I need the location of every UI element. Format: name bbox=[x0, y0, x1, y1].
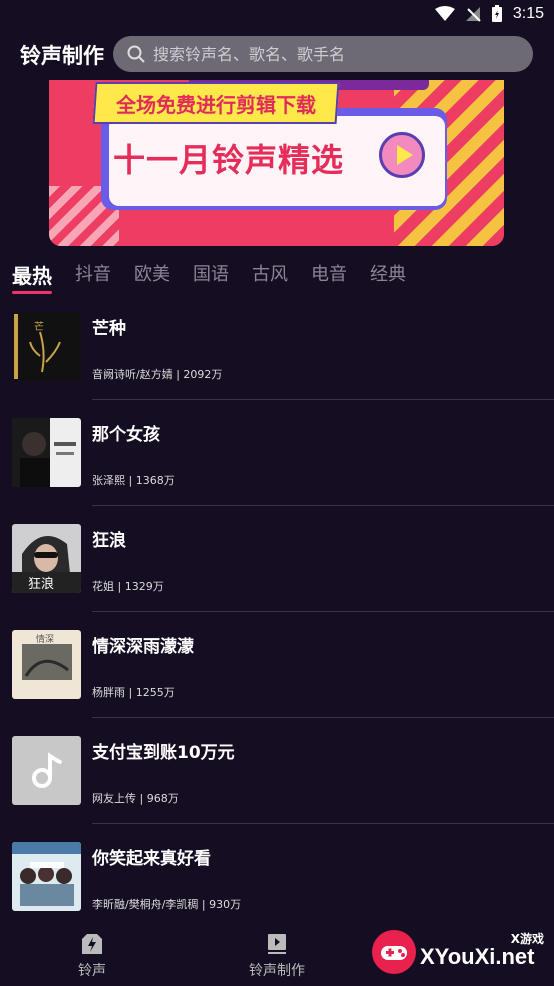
search-input[interactable] bbox=[151, 43, 515, 65]
lightning-icon bbox=[82, 934, 102, 954]
song-meta: 杨胖雨 | 1255万 bbox=[92, 686, 175, 699]
album-cover: 情深 bbox=[12, 630, 81, 699]
tab-ancient[interactable]: 古风 bbox=[252, 260, 288, 290]
song-meta: 音阙诗听/赵方婧 | 2092万 bbox=[92, 368, 223, 381]
music-note-icon bbox=[32, 752, 62, 788]
song-title: 情深深雨濛濛 bbox=[92, 637, 194, 657]
page-title: 铃声制作 bbox=[20, 44, 104, 68]
song-meta: 花姐 | 1329万 bbox=[92, 580, 164, 593]
battery-icon bbox=[491, 5, 502, 22]
watermark-brand-cn: X游戏 bbox=[510, 932, 544, 946]
nav-ringtone-maker[interactable]: 铃声制作 bbox=[217, 932, 337, 980]
album-cover bbox=[12, 736, 81, 805]
svg-text:芒: 芒 bbox=[34, 320, 44, 333]
banner-tag: 全场免费进行剪辑下载 bbox=[92, 82, 340, 124]
song-title: 你笑起来真好看 bbox=[92, 849, 211, 869]
wifi-icon bbox=[434, 6, 455, 21]
video-icon bbox=[268, 934, 286, 954]
tab-douyin[interactable]: 抖音 bbox=[75, 260, 111, 290]
tab-electronic[interactable]: 电音 bbox=[311, 260, 347, 290]
song-title: 那个女孩 bbox=[92, 425, 160, 445]
tab-western[interactable]: 欧美 bbox=[134, 260, 170, 290]
song-meta: 网友上传 | 968万 bbox=[92, 792, 179, 805]
album-cover bbox=[12, 842, 81, 911]
gamepad-logo-icon bbox=[372, 930, 416, 974]
watermark-brand: XYouXi.net bbox=[420, 944, 535, 969]
album-cover: 芒 bbox=[12, 312, 81, 381]
list-item[interactable]: 情深 情深深雨濛濛 杨胖雨 | 1255万 bbox=[0, 624, 554, 730]
song-title: 芒种 bbox=[92, 319, 126, 339]
album-cover: 狂浪 bbox=[12, 524, 81, 593]
banner-headline: 十一月铃声精选 bbox=[113, 141, 345, 179]
tab-classic[interactable]: 经典 bbox=[370, 260, 406, 290]
watermark: XYouXi.net X游戏 bbox=[372, 922, 550, 984]
song-meta: 李昕融/樊桐舟/李凯稠 | 930万 bbox=[92, 898, 242, 911]
song-title: 狂浪 bbox=[92, 531, 126, 551]
album-cover bbox=[12, 418, 81, 487]
header: 铃声制作 bbox=[0, 34, 554, 74]
svg-text:狂浪: 狂浪 bbox=[28, 577, 54, 592]
nav-ringtone[interactable]: 铃声 bbox=[32, 932, 152, 980]
nav-ringtone-label: 铃声 bbox=[78, 963, 106, 979]
tab-hot[interactable]: 最热 bbox=[12, 260, 52, 294]
nav-ringtone-maker-label: 铃声制作 bbox=[249, 963, 305, 979]
svg-text:情深: 情深 bbox=[36, 633, 54, 645]
promo-banner[interactable]: 全场免费进行剪辑下载 十一月铃声精选 bbox=[49, 80, 504, 246]
status-time: 3:15 bbox=[512, 5, 544, 22]
song-list: 芒 芒种 音阙诗听/赵方婧 | 2092万 那个女孩 张泽熙 | 1368万 狂… bbox=[0, 306, 554, 942]
song-title: 支付宝到账10万元 bbox=[92, 743, 235, 763]
list-item[interactable]: 芒 芒种 音阙诗听/赵方婧 | 2092万 bbox=[0, 306, 554, 412]
list-item[interactable]: 支付宝到账10万元 网友上传 | 968万 bbox=[0, 730, 554, 836]
play-icon bbox=[379, 132, 425, 178]
list-item[interactable]: 那个女孩 张泽熙 | 1368万 bbox=[0, 412, 554, 518]
song-meta: 张泽熙 | 1368万 bbox=[92, 474, 175, 487]
status-bar: 3:15 bbox=[0, 0, 554, 30]
tab-mandarin[interactable]: 国语 bbox=[193, 260, 229, 290]
category-tabs: 最热 抖音 欧美 国语 古风 电音 经典 bbox=[12, 260, 429, 294]
search-icon bbox=[127, 45, 145, 63]
search-bar[interactable] bbox=[113, 36, 533, 72]
banner-tag-text: 全场免费进行剪辑下载 bbox=[116, 92, 316, 117]
no-signal-icon bbox=[465, 7, 481, 22]
list-item[interactable]: 狂浪 狂浪 花姐 | 1329万 bbox=[0, 518, 554, 624]
